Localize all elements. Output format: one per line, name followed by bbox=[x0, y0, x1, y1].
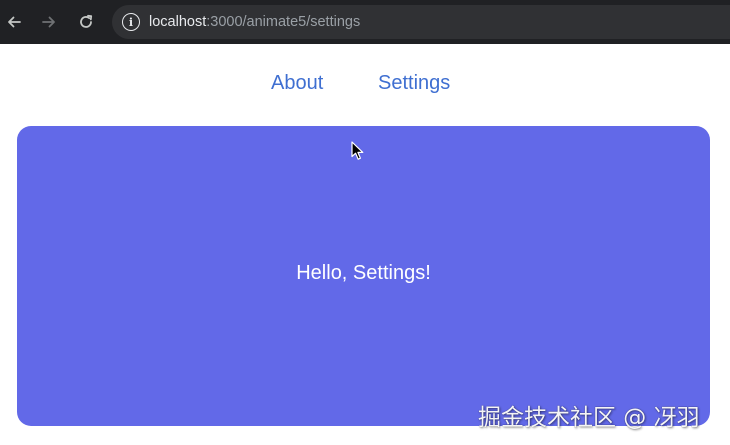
browser-toolbar: i localhost:3000/animate5/settings bbox=[0, 0, 730, 44]
content-panel: Hello, Settings! bbox=[17, 126, 710, 426]
address-bar[interactable]: i localhost:3000/animate5/settings bbox=[112, 5, 730, 39]
reload-icon bbox=[80, 14, 93, 28]
info-icon[interactable]: i bbox=[122, 13, 140, 31]
url-path: :3000/animate5/settings bbox=[206, 14, 361, 30]
arrow-right-icon bbox=[42, 16, 55, 28]
forward-button[interactable] bbox=[39, 12, 59, 32]
panel-message: Hello, Settings! bbox=[296, 262, 431, 284]
url-host: localhost bbox=[149, 14, 207, 30]
top-nav: About Settings bbox=[0, 72, 730, 102]
back-button[interactable] bbox=[4, 12, 24, 32]
arrow-left-icon bbox=[8, 16, 21, 28]
reload-button[interactable] bbox=[76, 12, 96, 32]
watermark: 掘金技术社区 @ 冴羽 bbox=[478, 405, 700, 431]
nav-link-about[interactable]: About bbox=[271, 72, 323, 95]
nav-link-settings[interactable]: Settings bbox=[378, 72, 450, 95]
url-text[interactable]: localhost:3000/animate5/settings bbox=[149, 14, 360, 30]
mouse-cursor-icon bbox=[351, 141, 364, 160]
